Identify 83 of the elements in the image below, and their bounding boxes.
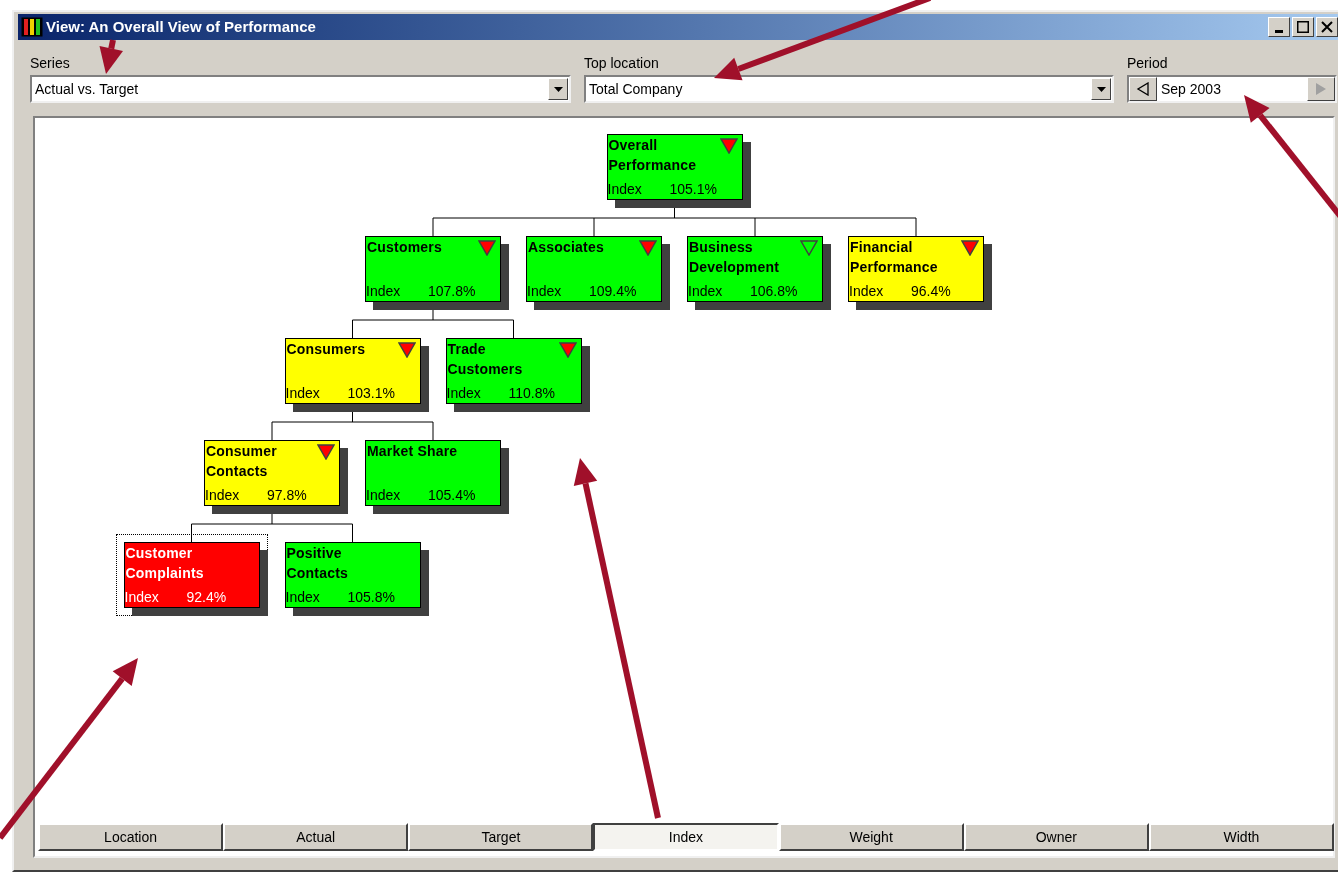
maximize-icon <box>1297 21 1309 33</box>
column-tab[interactable]: Width <box>1148 823 1334 851</box>
node-title: Trade Customers <box>446 340 524 379</box>
kpi-node[interactable]: Financial Performance Index 96.4% <box>848 236 984 302</box>
dropdown-button[interactable] <box>548 78 568 100</box>
location-dropdown[interactable]: Total Company <box>584 75 1114 103</box>
measure-label: Index <box>285 588 321 606</box>
node-title: Overall Performance <box>607 136 698 175</box>
node-title: Market Share <box>366 442 459 461</box>
kpi-node[interactable]: Associates Index 109.4% <box>526 236 662 302</box>
node-title: Customer Complaints <box>124 544 205 583</box>
annotation-arrow <box>99 39 123 74</box>
down-triangle-icon <box>397 342 416 358</box>
kpi-node[interactable]: Consumers Index 103.1% <box>284 338 421 404</box>
node-title: Customers <box>366 238 443 257</box>
close-button[interactable] <box>1316 17 1338 37</box>
measure-value: 105.4% <box>428 486 476 504</box>
kpi-node[interactable]: Overall Performance Index 105.1% <box>606 134 743 200</box>
node-title: Positive Contacts <box>285 544 349 583</box>
measure-label: Index <box>285 384 321 402</box>
kpi-node[interactable]: Positive Contacts Index 105.8% <box>284 542 421 608</box>
measure-label: Index <box>688 282 724 300</box>
node-title: Associates <box>527 238 605 257</box>
measure-label: Index <box>366 486 402 504</box>
measure-value: 97.8% <box>267 486 307 504</box>
measure-value: 107.8% <box>428 282 476 300</box>
measure-label: Index <box>446 384 482 402</box>
kpi-node[interactable]: Trade Customers Index 110.8% <box>445 338 582 404</box>
node-title: Financial Performance <box>849 238 939 277</box>
column-tab[interactable]: Owner <box>963 823 1149 851</box>
measure-label: Index <box>527 282 563 300</box>
measure-value: 106.8% <box>750 282 798 300</box>
measure-label: Index <box>124 588 160 606</box>
measure-value: 105.8% <box>347 588 395 606</box>
field-label: Period <box>1127 54 1168 72</box>
kpi-node[interactable]: Customer Complaints Index 92.4% <box>123 542 260 608</box>
measure-label: Index <box>849 282 885 300</box>
measure-value: 92.4% <box>186 588 227 606</box>
down-triangle-icon <box>558 342 577 358</box>
close-icon <box>1321 21 1333 33</box>
caret-icon <box>553 86 563 92</box>
app-icon <box>21 17 43 37</box>
measure-value: 110.8% <box>508 384 555 402</box>
column-tab[interactable]: Weight <box>778 823 964 851</box>
left-triangle-icon <box>1136 82 1150 96</box>
period-value: Sep 2003 <box>1160 79 1222 99</box>
down-triangle-icon <box>719 138 738 154</box>
kpi-node[interactable]: Business Development Index 106.8% <box>687 236 823 302</box>
minimize-icon <box>1275 29 1283 33</box>
period-stepper[interactable]: Sep 2003 <box>1127 75 1337 103</box>
down-triangle-icon <box>317 444 335 460</box>
field-label: Top location <box>584 54 659 72</box>
measure-label: Index <box>205 486 241 504</box>
field-label: Series <box>30 54 70 72</box>
measure-label: Index <box>607 180 643 198</box>
column-tab[interactable]: Actual <box>223 823 409 851</box>
measure-value: 96.4% <box>911 282 951 300</box>
next-button[interactable] <box>1307 77 1335 101</box>
measure-label: Index <box>366 282 402 300</box>
kpi-node[interactable]: Consumer Contacts Index 97.8% <box>204 440 340 506</box>
maximize-button[interactable] <box>1292 17 1314 37</box>
column-tab[interactable]: Location <box>38 823 224 851</box>
node-title: Consumer Contacts <box>205 442 278 481</box>
right-triangle-icon <box>1314 82 1328 96</box>
node-title: Consumers <box>285 340 367 359</box>
caret-icon <box>1096 86 1106 92</box>
down-triangle-icon <box>639 240 657 256</box>
measure-value: 103.1% <box>347 384 395 402</box>
dropdown-button[interactable] <box>1091 78 1111 100</box>
down-triangle-icon <box>961 240 979 256</box>
window-title: View: An Overall View of Performance <box>46 16 316 37</box>
measure-value: 105.1% <box>669 180 717 198</box>
minimize-button[interactable] <box>1268 17 1290 37</box>
column-tab[interactable]: Index <box>593 823 779 851</box>
column-tab[interactable]: Target <box>408 823 594 851</box>
previous-button[interactable] <box>1129 77 1157 101</box>
kpi-node[interactable]: Market Share Index 105.4% <box>365 440 501 506</box>
down-triangle-icon <box>800 240 818 256</box>
kpi-node[interactable]: Customers Index 107.8% <box>365 236 501 302</box>
down-triangle-icon <box>478 240 496 256</box>
measure-value: 109.4% <box>589 282 637 300</box>
node-title: Business Development <box>688 238 781 277</box>
series-dropdown[interactable]: Actual vs. Target <box>30 75 571 103</box>
